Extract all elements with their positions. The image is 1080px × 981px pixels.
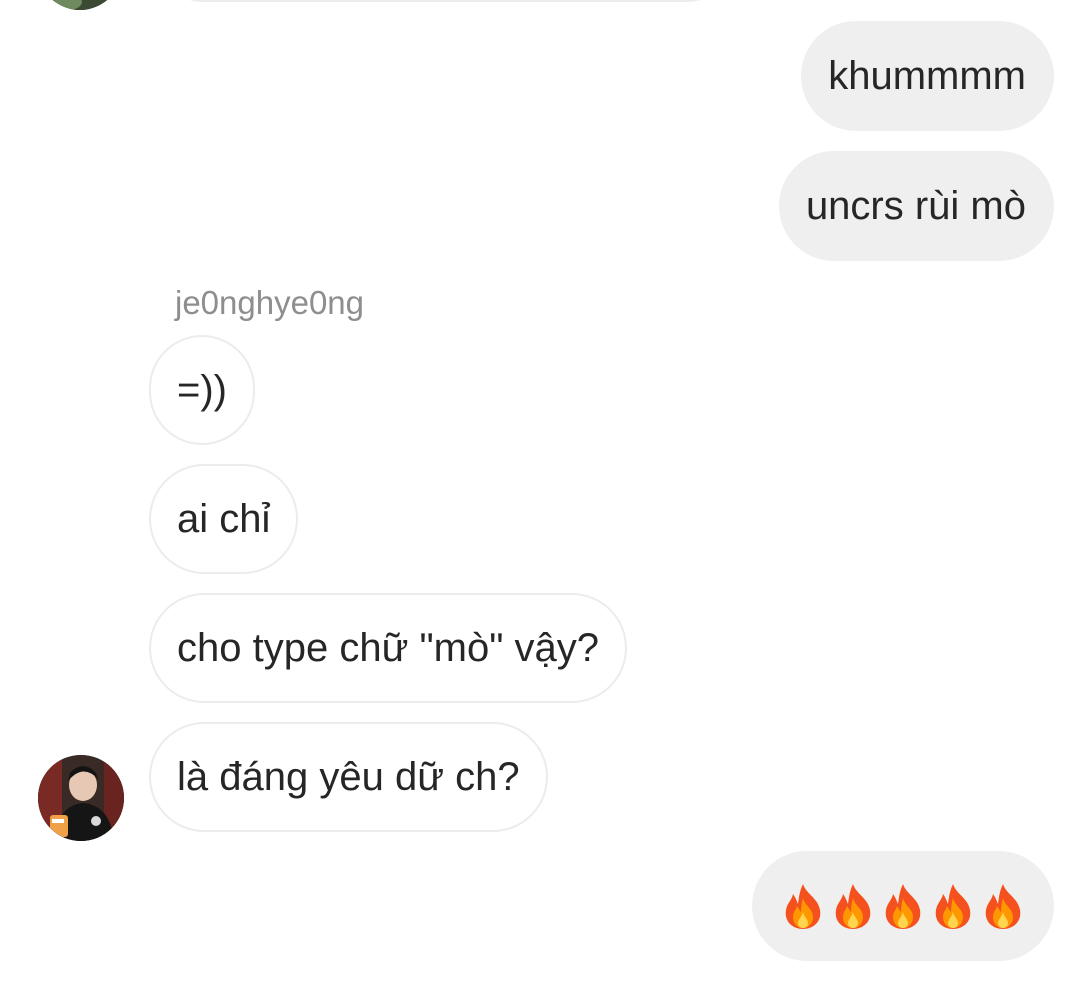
message-bubble-outgoing[interactable]: uncrs rùi mò [778,151,1054,261]
sender-name: je0nghye0ng [175,284,365,321]
message-bubble-previous[interactable] [150,0,740,2]
message-text: là đáng yêu dữ ch? [177,755,520,799]
fire-icon [835,884,871,929]
message-text: uncrs rùi mò [805,184,1026,228]
message-bubble-outgoing[interactable] [752,851,1054,961]
message-bubble-outgoing[interactable]: khummmm [801,21,1054,131]
message-text: cho type chữ "mò" vậy? [177,626,600,670]
message-bubble-incoming[interactable]: ai chỉ [149,464,299,574]
message-text: khummmm [828,54,1026,98]
avatar-previous[interactable] [38,0,122,10]
message-text: =)) [177,368,227,412]
fire-icon [885,884,921,929]
fire-icon [985,884,1021,929]
sender-avatar[interactable] [38,755,124,841]
message-bubble-incoming[interactable]: cho type chữ "mò" vậy? [149,593,628,703]
fire-icon [785,884,821,929]
message-bubble-incoming[interactable]: =)) [149,335,255,445]
fire-icon [935,884,971,929]
emoji-reaction-row [780,851,1026,961]
message-text: ai chỉ [177,497,271,541]
message-bubble-incoming[interactable]: là đáng yêu dữ ch? [149,722,548,832]
